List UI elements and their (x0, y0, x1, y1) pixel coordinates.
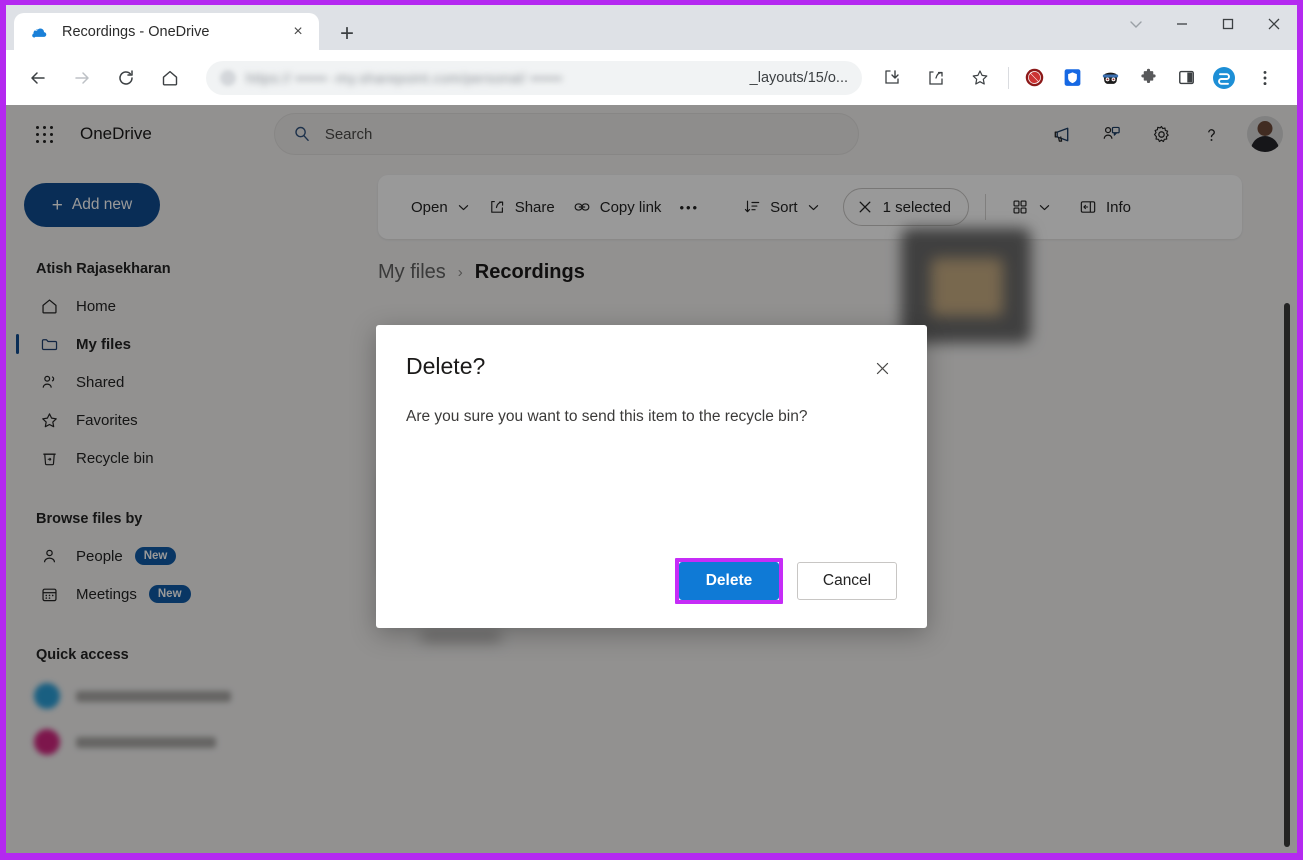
window-controls (1113, 5, 1297, 49)
home-icon[interactable] (153, 61, 187, 95)
delete-confirmation-dialog: Delete? Are you sure you want to send th… (376, 325, 927, 628)
delete-button[interactable]: Delete (679, 562, 779, 600)
browser-toolbar: https:// •••••• -my.sharepoint.com/perso… (6, 50, 1297, 105)
browser-tab-strip: Recordings - OneDrive × + (6, 5, 1297, 50)
adblock-icon[interactable] (1019, 63, 1049, 93)
dialog-actions: Delete Cancel (406, 558, 897, 604)
dialog-header: Delete? (406, 353, 897, 383)
extensions-puzzle-icon[interactable] (1133, 63, 1163, 93)
maximize-button[interactable] (1205, 5, 1251, 43)
browser-menu-icon[interactable] (1248, 61, 1282, 95)
back-icon[interactable] (21, 61, 55, 95)
close-icon[interactable]: × (287, 21, 309, 43)
reload-icon[interactable] (109, 61, 143, 95)
browser-tab-title: Recordings - OneDrive (62, 23, 210, 40)
ninja-extension-icon[interactable] (1095, 63, 1125, 93)
address-bar-url-tail: _layouts/15/o... (749, 69, 848, 86)
cancel-button[interactable]: Cancel (797, 562, 897, 600)
toolbar-divider (1008, 66, 1009, 89)
download-icon[interactable] (875, 61, 909, 95)
forward-icon[interactable] (65, 61, 99, 95)
close-window-button[interactable] (1251, 5, 1297, 43)
close-icon[interactable] (867, 353, 897, 383)
highlight-annotation: Delete (675, 558, 783, 604)
split-screen-icon[interactable] (1171, 63, 1201, 93)
minimize-button[interactable] (1159, 5, 1205, 43)
share-icon[interactable] (919, 61, 953, 95)
browser-tab[interactable]: Recordings - OneDrive × (14, 13, 319, 50)
new-tab-button[interactable]: + (332, 19, 362, 49)
password-manager-icon[interactable] (1057, 63, 1087, 93)
onedrive-cloud-icon (30, 23, 48, 41)
dialog-title: Delete? (406, 353, 486, 379)
site-info-icon[interactable] (220, 69, 236, 86)
browser-window: Recordings - OneDrive × + https:// •••••… (6, 5, 1297, 853)
annotation-frame: Recordings - OneDrive × + https:// •••••… (0, 0, 1303, 860)
sidebar-ai-icon[interactable] (1209, 63, 1239, 93)
address-bar-url-blurred: https:// •••••• -my.sharepoint.com/perso… (246, 69, 563, 86)
web-page-viewport: OneDrive Search + Add new Atish Rajasekh… (6, 105, 1297, 853)
address-bar[interactable]: https:// •••••• -my.sharepoint.com/perso… (206, 60, 862, 95)
dialog-message: Are you sure you want to send this item … (406, 408, 808, 425)
tab-search-chevron-icon[interactable] (1113, 5, 1159, 43)
bookmark-star-icon[interactable] (963, 61, 997, 95)
